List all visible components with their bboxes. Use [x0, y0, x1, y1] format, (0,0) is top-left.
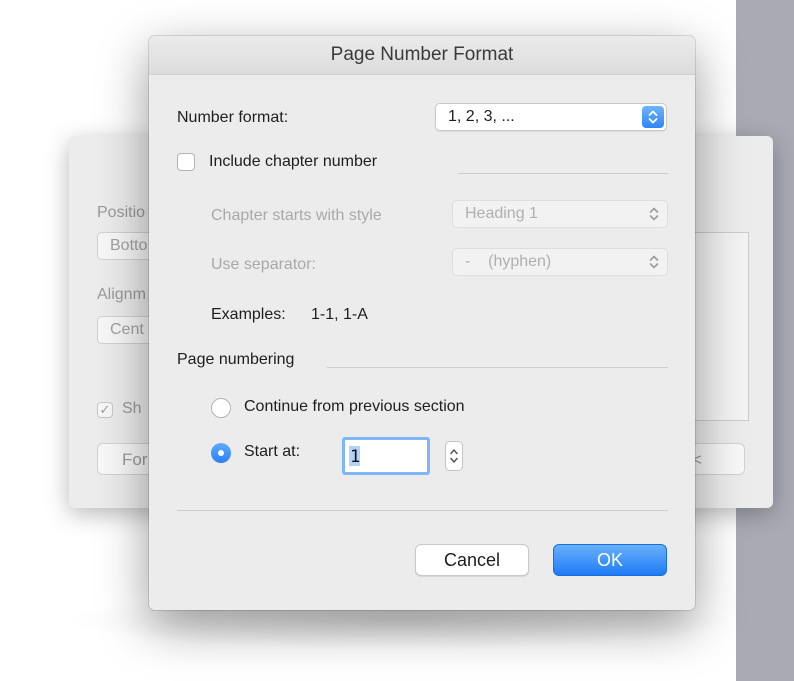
examples-value: 1-1, 1-A	[311, 306, 368, 323]
chapter-divider	[458, 173, 668, 174]
separator-value: - (hyphen)	[465, 253, 552, 270]
chapter-style-label: Chapter starts with style	[211, 207, 382, 224]
chapter-style-value: Heading 1	[465, 205, 538, 222]
alignment-value: Cent	[110, 321, 144, 338]
show-checkbox[interactable]: ✓	[97, 402, 113, 418]
checkmark-icon: ✓	[99, 402, 111, 417]
start-at-stepper[interactable]	[445, 441, 463, 471]
page-numbering-divider	[327, 367, 668, 368]
start-at-input[interactable]: 1	[342, 437, 430, 475]
dialog-title: Page Number Format	[330, 44, 514, 65]
start-at-label: Start at:	[244, 443, 301, 460]
separator-label: Use separator:	[211, 256, 316, 273]
start-at-value: 1	[350, 447, 361, 467]
number-format-value: 1, 2, 3, ...	[448, 108, 515, 125]
position-value: Botto	[110, 237, 148, 254]
page-numbering-label: Page numbering	[177, 351, 295, 368]
stepper-icon	[450, 449, 458, 463]
chevron-updown-icon	[643, 251, 665, 273]
continue-radio[interactable]	[211, 398, 231, 418]
format-button-label: For	[122, 450, 148, 469]
alignment-label: Alignm	[97, 286, 146, 303]
ok-button[interactable]: OK	[553, 544, 667, 576]
start-at-radio[interactable]	[211, 443, 231, 463]
continue-label: Continue from previous section	[244, 398, 465, 415]
number-format-label: Number format:	[177, 109, 289, 126]
chevron-updown-icon	[643, 203, 665, 225]
show-label: Sh	[122, 400, 142, 417]
include-chapter-label: Include chapter number	[209, 153, 378, 170]
dialog-titlebar: Page Number Format	[149, 36, 695, 75]
cancel-button[interactable]: Cancel	[415, 544, 529, 576]
number-format-popup[interactable]: 1, 2, 3, ...	[435, 103, 667, 131]
chapter-style-popup[interactable]: Heading 1	[452, 200, 668, 228]
separator-popup[interactable]: - (hyphen)	[452, 248, 668, 276]
position-label: Positio	[97, 204, 146, 221]
footer-divider	[177, 510, 668, 511]
include-chapter-checkbox[interactable]	[177, 153, 195, 171]
chevron-updown-icon	[642, 106, 664, 128]
examples-label: Examples:	[211, 306, 286, 323]
page-number-format-dialog: Page Number Format Number format: 1, 2, …	[149, 36, 695, 610]
